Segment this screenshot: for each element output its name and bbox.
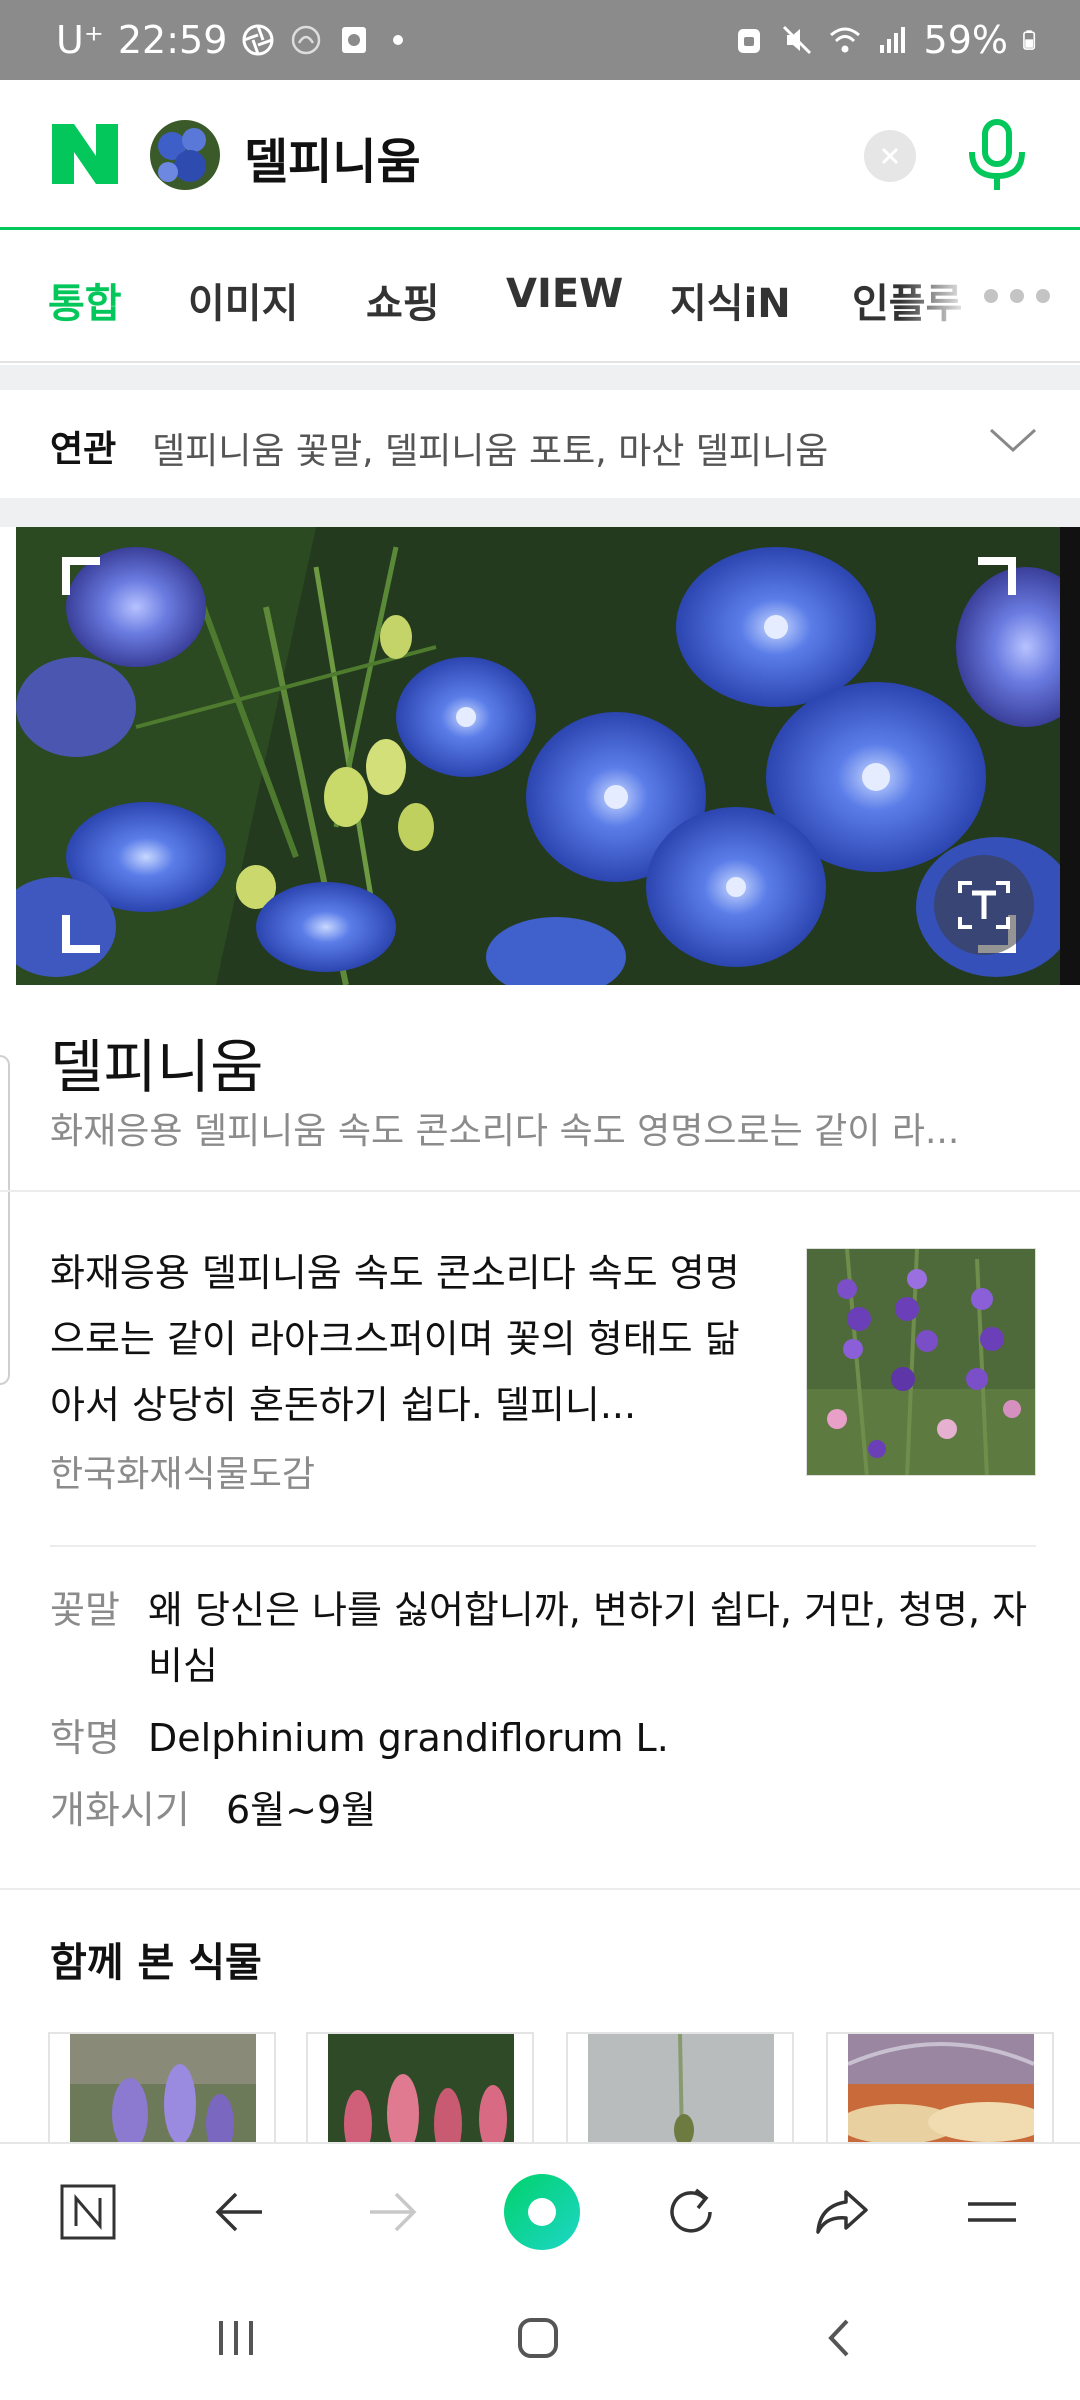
signal-icon (879, 27, 905, 53)
mic-icon[interactable] (966, 118, 1028, 194)
info-row-blooming-season: 개화시기 6월~9월 (50, 1782, 1036, 1838)
info-row-scientific-name: 학명 Delphinium grandiflorum L. (50, 1710, 1036, 1766)
menu-button[interactable] (952, 2172, 1032, 2252)
home-icon (518, 2318, 558, 2358)
share-button[interactable] (802, 2172, 882, 2252)
related-keywords[interactable]: 델피니움 꽃말, 델피니움 포토, 마산 델피니움 (152, 422, 828, 474)
query-thumbnail (150, 120, 220, 190)
system-back-button[interactable] (800, 2306, 880, 2370)
tab-integrated[interactable]: 통합 (48, 271, 122, 329)
naver-home-icon (60, 2184, 116, 2240)
tab-view[interactable]: VIEW (506, 271, 623, 317)
search-tabs: 통합 이미지 쇼핑 VIEW 지식iN 인플루 (0, 233, 1080, 363)
hero-image[interactable] (16, 527, 1080, 985)
forward-button[interactable] (352, 2172, 432, 2252)
plant-card[interactable] (826, 2032, 1054, 2142)
entry-title: 델피니움 (50, 1033, 264, 1101)
entry-source[interactable]: 한국화재식물도감 (50, 1445, 315, 1497)
battery-icon (1023, 30, 1036, 50)
related-label: 연관 (50, 429, 117, 470)
aperture-icon (242, 24, 274, 56)
chevron-down-icon[interactable] (988, 426, 1038, 456)
naver-home-button[interactable] (48, 2172, 128, 2252)
related-searches[interactable]: 연관 델피니움 꽃말, 델피니움 포토, 마산 델피니움 (0, 390, 1080, 498)
app-icon (292, 25, 321, 55)
wifi-icon (829, 27, 860, 53)
clock: 22:59 (117, 18, 228, 62)
more-tabs-icon[interactable] (984, 289, 1050, 303)
close-icon (881, 147, 899, 165)
tab-images[interactable]: 이미지 (188, 271, 298, 329)
green-dot-icon (504, 2174, 580, 2250)
status-bar: U⁺ 22:59 59% (0, 0, 1080, 80)
text-scan-icon (958, 881, 1010, 929)
related-plants-title: 함께 본 식물 (50, 1940, 262, 1986)
share-icon (816, 2190, 868, 2234)
hamburger-menu-icon (968, 2202, 1016, 2222)
text-recognition-button[interactable] (934, 855, 1034, 955)
refresh-button[interactable] (652, 2172, 732, 2252)
refresh-icon (670, 2188, 712, 2233)
side-handle[interactable] (0, 1055, 10, 1385)
system-navigation-bar (0, 2276, 1080, 2400)
recent-apps-button[interactable] (196, 2306, 276, 2370)
browser-toolbar (0, 2142, 1080, 2276)
mute-icon (782, 25, 811, 55)
chevron-left-icon (828, 2319, 849, 2357)
plant-card[interactable] (48, 2032, 276, 2142)
lock-icon (737, 29, 760, 53)
info-key: 꽃말 (50, 1588, 120, 1632)
info-value: 왜 당신은 나를 싫어합니까, 변하기 쉽다, 거만, 청명, 자비심 (148, 1588, 1028, 1688)
tab-shopping[interactable]: 쇼핑 (366, 271, 440, 329)
info-value: Delphinium grandiflorum L. (148, 1716, 669, 1760)
arrow-right-icon (370, 2192, 417, 2232)
tab-knowledge-in[interactable]: 지식iN (670, 271, 791, 329)
carrier-label: U⁺ (56, 18, 104, 62)
entry-subtitle: 화재응용 델피니움 속도 콘소리다 속도 영명으로는 같이 라... (50, 1111, 960, 1152)
description-thumbnail[interactable] (806, 1248, 1036, 1476)
naver-logo[interactable] (52, 124, 118, 184)
arrow-left-icon (215, 2192, 262, 2232)
info-key: 개화시기 (50, 1788, 190, 1832)
dot-icon (393, 35, 404, 45)
delphinium-photo (16, 527, 1080, 985)
notification-icon (342, 27, 367, 53)
clear-search-button[interactable] (864, 130, 916, 182)
info-value: 6월~9월 (226, 1788, 377, 1832)
entry-description[interactable]: 화재응용 델피니움 속도 콘소리다 속도 영명으로는 같이 라아크스퍼이며 꽃의… (50, 1240, 770, 1438)
search-query[interactable]: 델피니움 (244, 122, 421, 192)
info-key: 학명 (50, 1716, 120, 1760)
battery-percent: 59% (923, 18, 1008, 62)
green-dot-button[interactable] (502, 2172, 582, 2252)
home-button[interactable] (498, 2306, 578, 2370)
back-button[interactable] (200, 2172, 280, 2252)
plant-card[interactable] (566, 2032, 794, 2142)
info-row-flower-language: 꽃말 왜 당신은 나를 싫어합니까, 변하기 쉽다, 거만, 청명, 자비심 (50, 1582, 1036, 1694)
search-header: 델피니움 (0, 80, 1080, 230)
recent-apps-icon (219, 2321, 253, 2355)
plant-card[interactable] (306, 2032, 534, 2142)
